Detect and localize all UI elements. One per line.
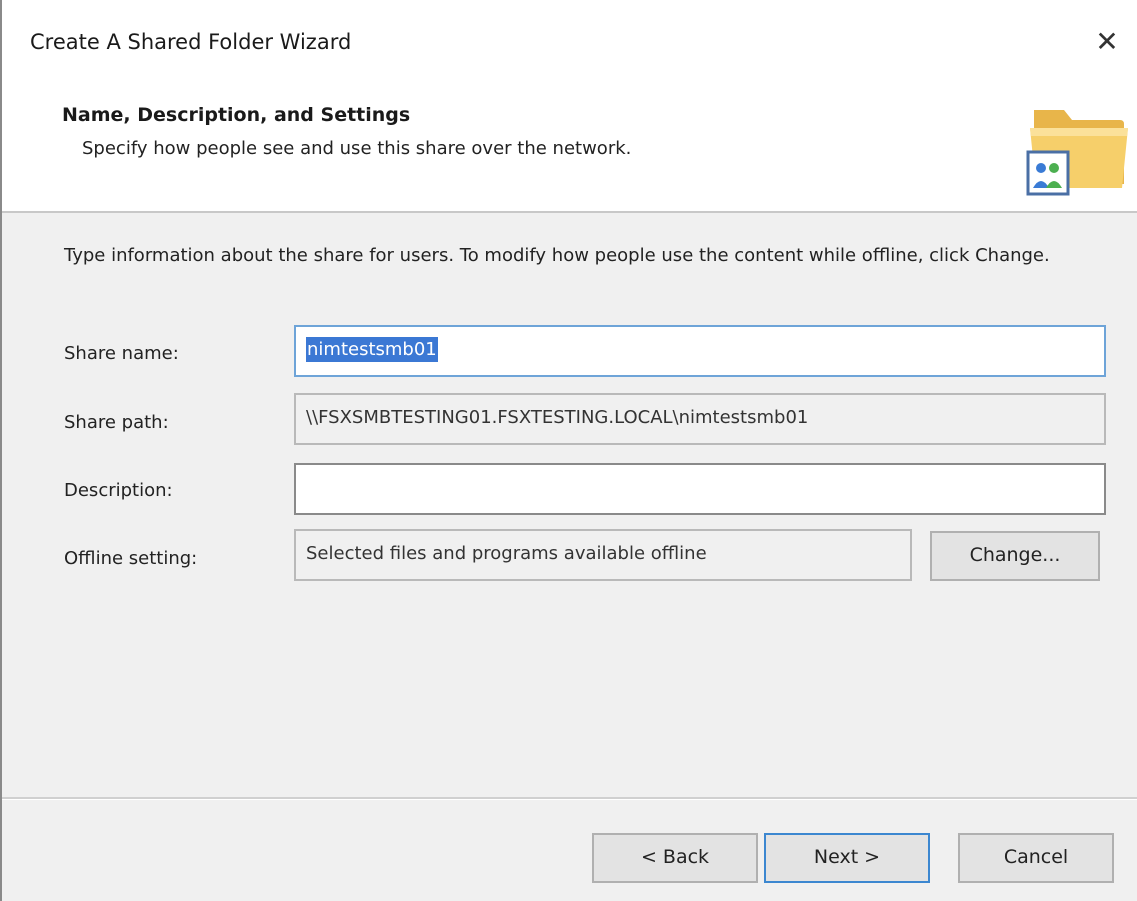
page-heading: Name, Description, and Settings (62, 104, 411, 126)
window-title: Create A Shared Folder Wizard (30, 30, 352, 54)
description-input[interactable] (294, 463, 1106, 515)
share-name-label: Share name: (64, 343, 179, 364)
cancel-button[interactable]: Cancel (958, 833, 1114, 883)
share-name-value: nimtestsmb01 (306, 337, 438, 362)
offline-setting-label: Offline setting: (64, 548, 198, 569)
back-button[interactable]: < Back (592, 833, 758, 883)
wizard-window: Create A Shared Folder Wizard ✕ Name, De… (0, 0, 1137, 901)
close-icon[interactable]: ✕ (1087, 22, 1127, 62)
share-path-label: Share path: (64, 412, 169, 433)
change-button[interactable]: Change... (930, 531, 1100, 581)
description-label: Description: (64, 480, 173, 501)
instructions-text: Type information about the share for use… (64, 245, 1050, 266)
offline-setting-field: Selected files and programs available of… (294, 529, 912, 581)
shared-folder-icon (1026, 110, 1128, 196)
next-button[interactable]: Next > (764, 833, 930, 883)
wizard-header: Name, Description, and Settings Specify … (2, 86, 1137, 211)
page-subheading: Specify how people see and use this shar… (82, 138, 632, 159)
share-path-field: \\FSXSMBTESTING01.FSXTESTING.LOCAL\nimte… (294, 393, 1106, 445)
title-bar: Create A Shared Folder Wizard ✕ (2, 0, 1137, 86)
share-name-input[interactable]: nimtestsmb01 (294, 325, 1106, 377)
wizard-content: Type information about the share for use… (2, 213, 1137, 901)
